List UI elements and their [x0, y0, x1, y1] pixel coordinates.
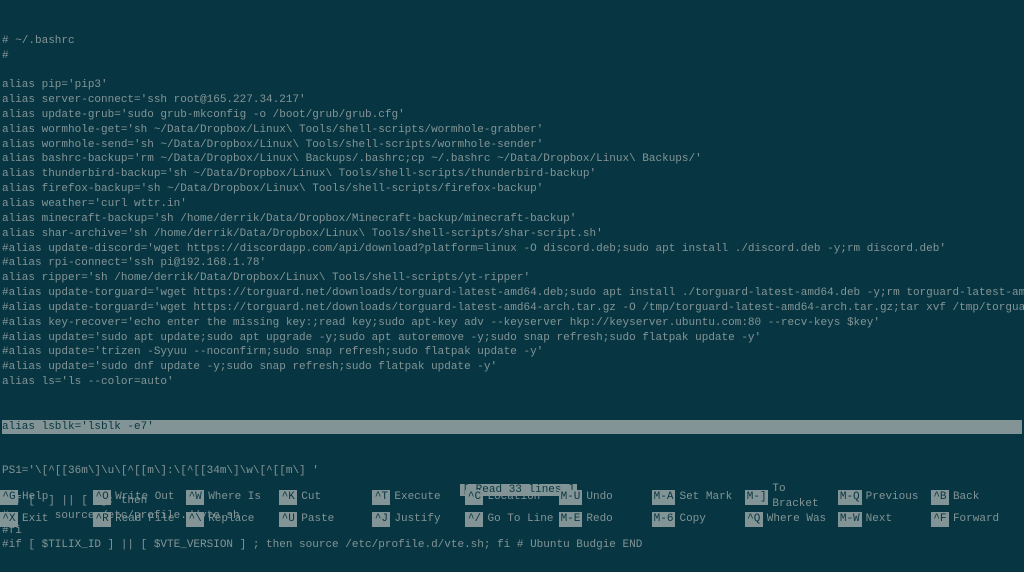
menu-item[interactable]: ^XExit	[0, 512, 93, 527]
menu-key: ^B	[931, 490, 949, 505]
menu-key: ^F	[931, 512, 949, 527]
menu-item[interactable]: ^BBack	[931, 482, 1024, 512]
menu-item[interactable]: ^UPaste	[279, 512, 372, 527]
menu-key: ^X	[0, 512, 18, 527]
menu-key: M-A	[652, 490, 676, 505]
menu-key: ^\	[186, 512, 204, 527]
menu-label: Next	[862, 512, 892, 527]
menu-label: Where Is	[204, 490, 261, 505]
file-line[interactable]: #alias update='sudo dnf update -y;sudo s…	[2, 360, 1022, 375]
menu-item[interactable]: ^GHelp	[0, 482, 93, 512]
file-line[interactable]: alias bashrc-backup='rm ~/Data/Dropbox/L…	[2, 152, 1022, 167]
menu-key: ^T	[372, 490, 390, 505]
file-line[interactable]: #alias update='trizen -Syyuu --noconfirm…	[2, 345, 1022, 360]
menu-item[interactable]: ^RRead File	[93, 512, 186, 527]
file-line[interactable]: alias wormhole-send='sh ~/Data/Dropbox/L…	[2, 138, 1022, 153]
file-line[interactable]: alias wormhole-get='sh ~/Data/Dropbox/Li…	[2, 123, 1022, 138]
menu-item[interactable]: ^QWhere Was	[745, 512, 838, 527]
menu-key: ^U	[279, 512, 297, 527]
file-line[interactable]: alias shar-archive='sh /home/derrik/Data…	[2, 227, 1022, 242]
menu-label: Location	[483, 490, 540, 505]
menu-key: ^/	[465, 512, 483, 527]
file-line[interactable]: alias ls='ls --color=auto'	[2, 375, 1022, 390]
menu-label: Back	[949, 490, 979, 505]
menu-key: ^O	[93, 490, 111, 505]
menu-label: Forward	[949, 512, 999, 527]
file-line[interactable]: alias ripper='sh /home/derrik/Data/Dropb…	[2, 271, 1022, 286]
file-line[interactable]: #alias update-discord='wget https://disc…	[2, 242, 1022, 257]
menu-item[interactable]: M-6Copy	[652, 512, 745, 527]
menu-label: Exit	[18, 512, 48, 527]
menu-item[interactable]: ^TExecute	[372, 482, 465, 512]
menu-key: M-E	[559, 512, 583, 527]
menu-key: ^Q	[745, 512, 763, 527]
menu-item[interactable]: M-UUndo	[559, 482, 652, 512]
file-line[interactable]: #alias update-torguard='wget https://tor…	[2, 301, 1022, 316]
file-line[interactable]: alias firefox-backup='sh ~/Data/Dropbox/…	[2, 182, 1022, 197]
file-line[interactable]: #alias update='sudo apt update;sudo apt …	[2, 331, 1022, 346]
file-line[interactable]: alias minecraft-backup='sh /home/derrik/…	[2, 212, 1022, 227]
menu-label: Undo	[582, 490, 612, 505]
menu-key: M-]	[745, 490, 769, 505]
menu-item[interactable]: ^OWrite Out	[93, 482, 186, 512]
file-line[interactable]: #if [ $TILIX_ID ] || [ $VTE_VERSION ] ; …	[2, 538, 1022, 553]
file-line[interactable]	[2, 63, 1022, 78]
menu-label: Cut	[297, 490, 321, 505]
menu-label: Previous	[862, 490, 919, 505]
file-line[interactable]: alias update-grub='sudo grub-mkconfig -o…	[2, 108, 1022, 123]
menu-label: Copy	[675, 512, 705, 527]
menu-key: ^R	[93, 512, 111, 527]
file-line[interactable]: #alias key-recover='echo enter the missi…	[2, 316, 1022, 331]
menu-label: Set Mark	[675, 490, 732, 505]
file-line[interactable]: alias thunderbird-backup='sh ~/Data/Drop…	[2, 167, 1022, 182]
menu-key: M-U	[559, 490, 583, 505]
menu-label: Where Was	[763, 512, 826, 527]
help-menu: ^GHelp^OWrite Out^WWhere Is^KCut^TExecut…	[0, 482, 1024, 527]
menu-label: Go To Line	[483, 512, 553, 527]
menu-key: ^J	[372, 512, 390, 527]
menu-item[interactable]: ^JJustify	[372, 512, 465, 527]
file-line[interactable]: #	[2, 49, 1022, 64]
file-line[interactable]: #alias update-torguard='wget https://tor…	[2, 286, 1022, 301]
menu-label: Help	[18, 490, 48, 505]
menu-item[interactable]: ^WWhere Is	[186, 482, 279, 512]
menu-item[interactable]: ^\Replace	[186, 512, 279, 527]
menu-item[interactable]: M-WNext	[838, 512, 931, 527]
menu-item[interactable]: M-]To Bracket	[745, 482, 838, 512]
menu-label: Execute	[390, 490, 440, 505]
menu-label: Read File	[111, 512, 174, 527]
menu-label: Write Out	[111, 490, 174, 505]
menu-label: Paste	[297, 512, 334, 527]
menu-key: ^C	[465, 490, 483, 505]
menu-item[interactable]: M-ERedo	[559, 512, 652, 527]
file-line[interactable]: #alias rpi-connect='ssh pi@192.168.1.78'	[2, 256, 1022, 271]
file-line[interactable]: # ~/.bashrc	[2, 34, 1022, 49]
file-line[interactable]: alias weather='curl wttr.in'	[2, 197, 1022, 212]
menu-key: ^G	[0, 490, 18, 505]
cursor-line[interactable]: alias lsblk='lsblk -e7'	[2, 420, 1022, 435]
menu-item[interactable]: ^CLocation	[465, 482, 558, 512]
menu-label: To Bracket	[768, 482, 837, 512]
menu-item[interactable]: ^/Go To Line	[465, 512, 558, 527]
menu-item[interactable]: M-ASet Mark	[652, 482, 745, 512]
menu-item[interactable]: ^FForward	[931, 512, 1024, 527]
file-line[interactable]: alias pip='pip3'	[2, 78, 1022, 93]
menu-item[interactable]: ^KCut	[279, 482, 372, 512]
menu-key: M-Q	[838, 490, 862, 505]
file-line[interactable]: alias server-connect='ssh root@165.227.3…	[2, 93, 1022, 108]
menu-label: Redo	[582, 512, 612, 527]
menu-label: Replace	[204, 512, 254, 527]
menu-key: ^W	[186, 490, 204, 505]
menu-key: ^K	[279, 490, 297, 505]
menu-item[interactable]: M-QPrevious	[838, 482, 931, 512]
menu-label: Justify	[390, 512, 440, 527]
menu-key: M-6	[652, 512, 676, 527]
menu-key: M-W	[838, 512, 862, 527]
